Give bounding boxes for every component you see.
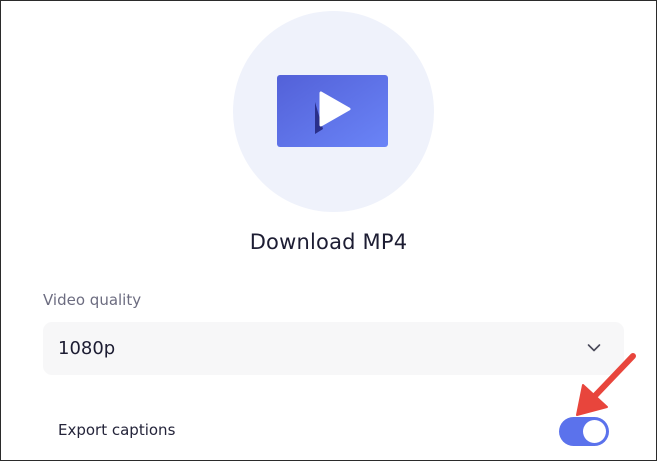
download-mp4-panel: Download MP4 Video quality 1080p Export … — [0, 0, 657, 461]
export-captions-toggle[interactable] — [559, 417, 609, 446]
dialog-title: Download MP4 — [249, 230, 408, 254]
red-arrow-icon — [576, 353, 636, 416]
video-play-icon — [277, 75, 388, 147]
video-quality-select[interactable]: 1080p — [43, 322, 624, 375]
video-quality-label: Video quality — [43, 291, 142, 309]
export-captions-label: Export captions — [58, 421, 176, 439]
toggle-knob — [583, 420, 606, 443]
video-quality-value: 1080p — [58, 338, 116, 359]
hero-illustration — [233, 11, 434, 212]
